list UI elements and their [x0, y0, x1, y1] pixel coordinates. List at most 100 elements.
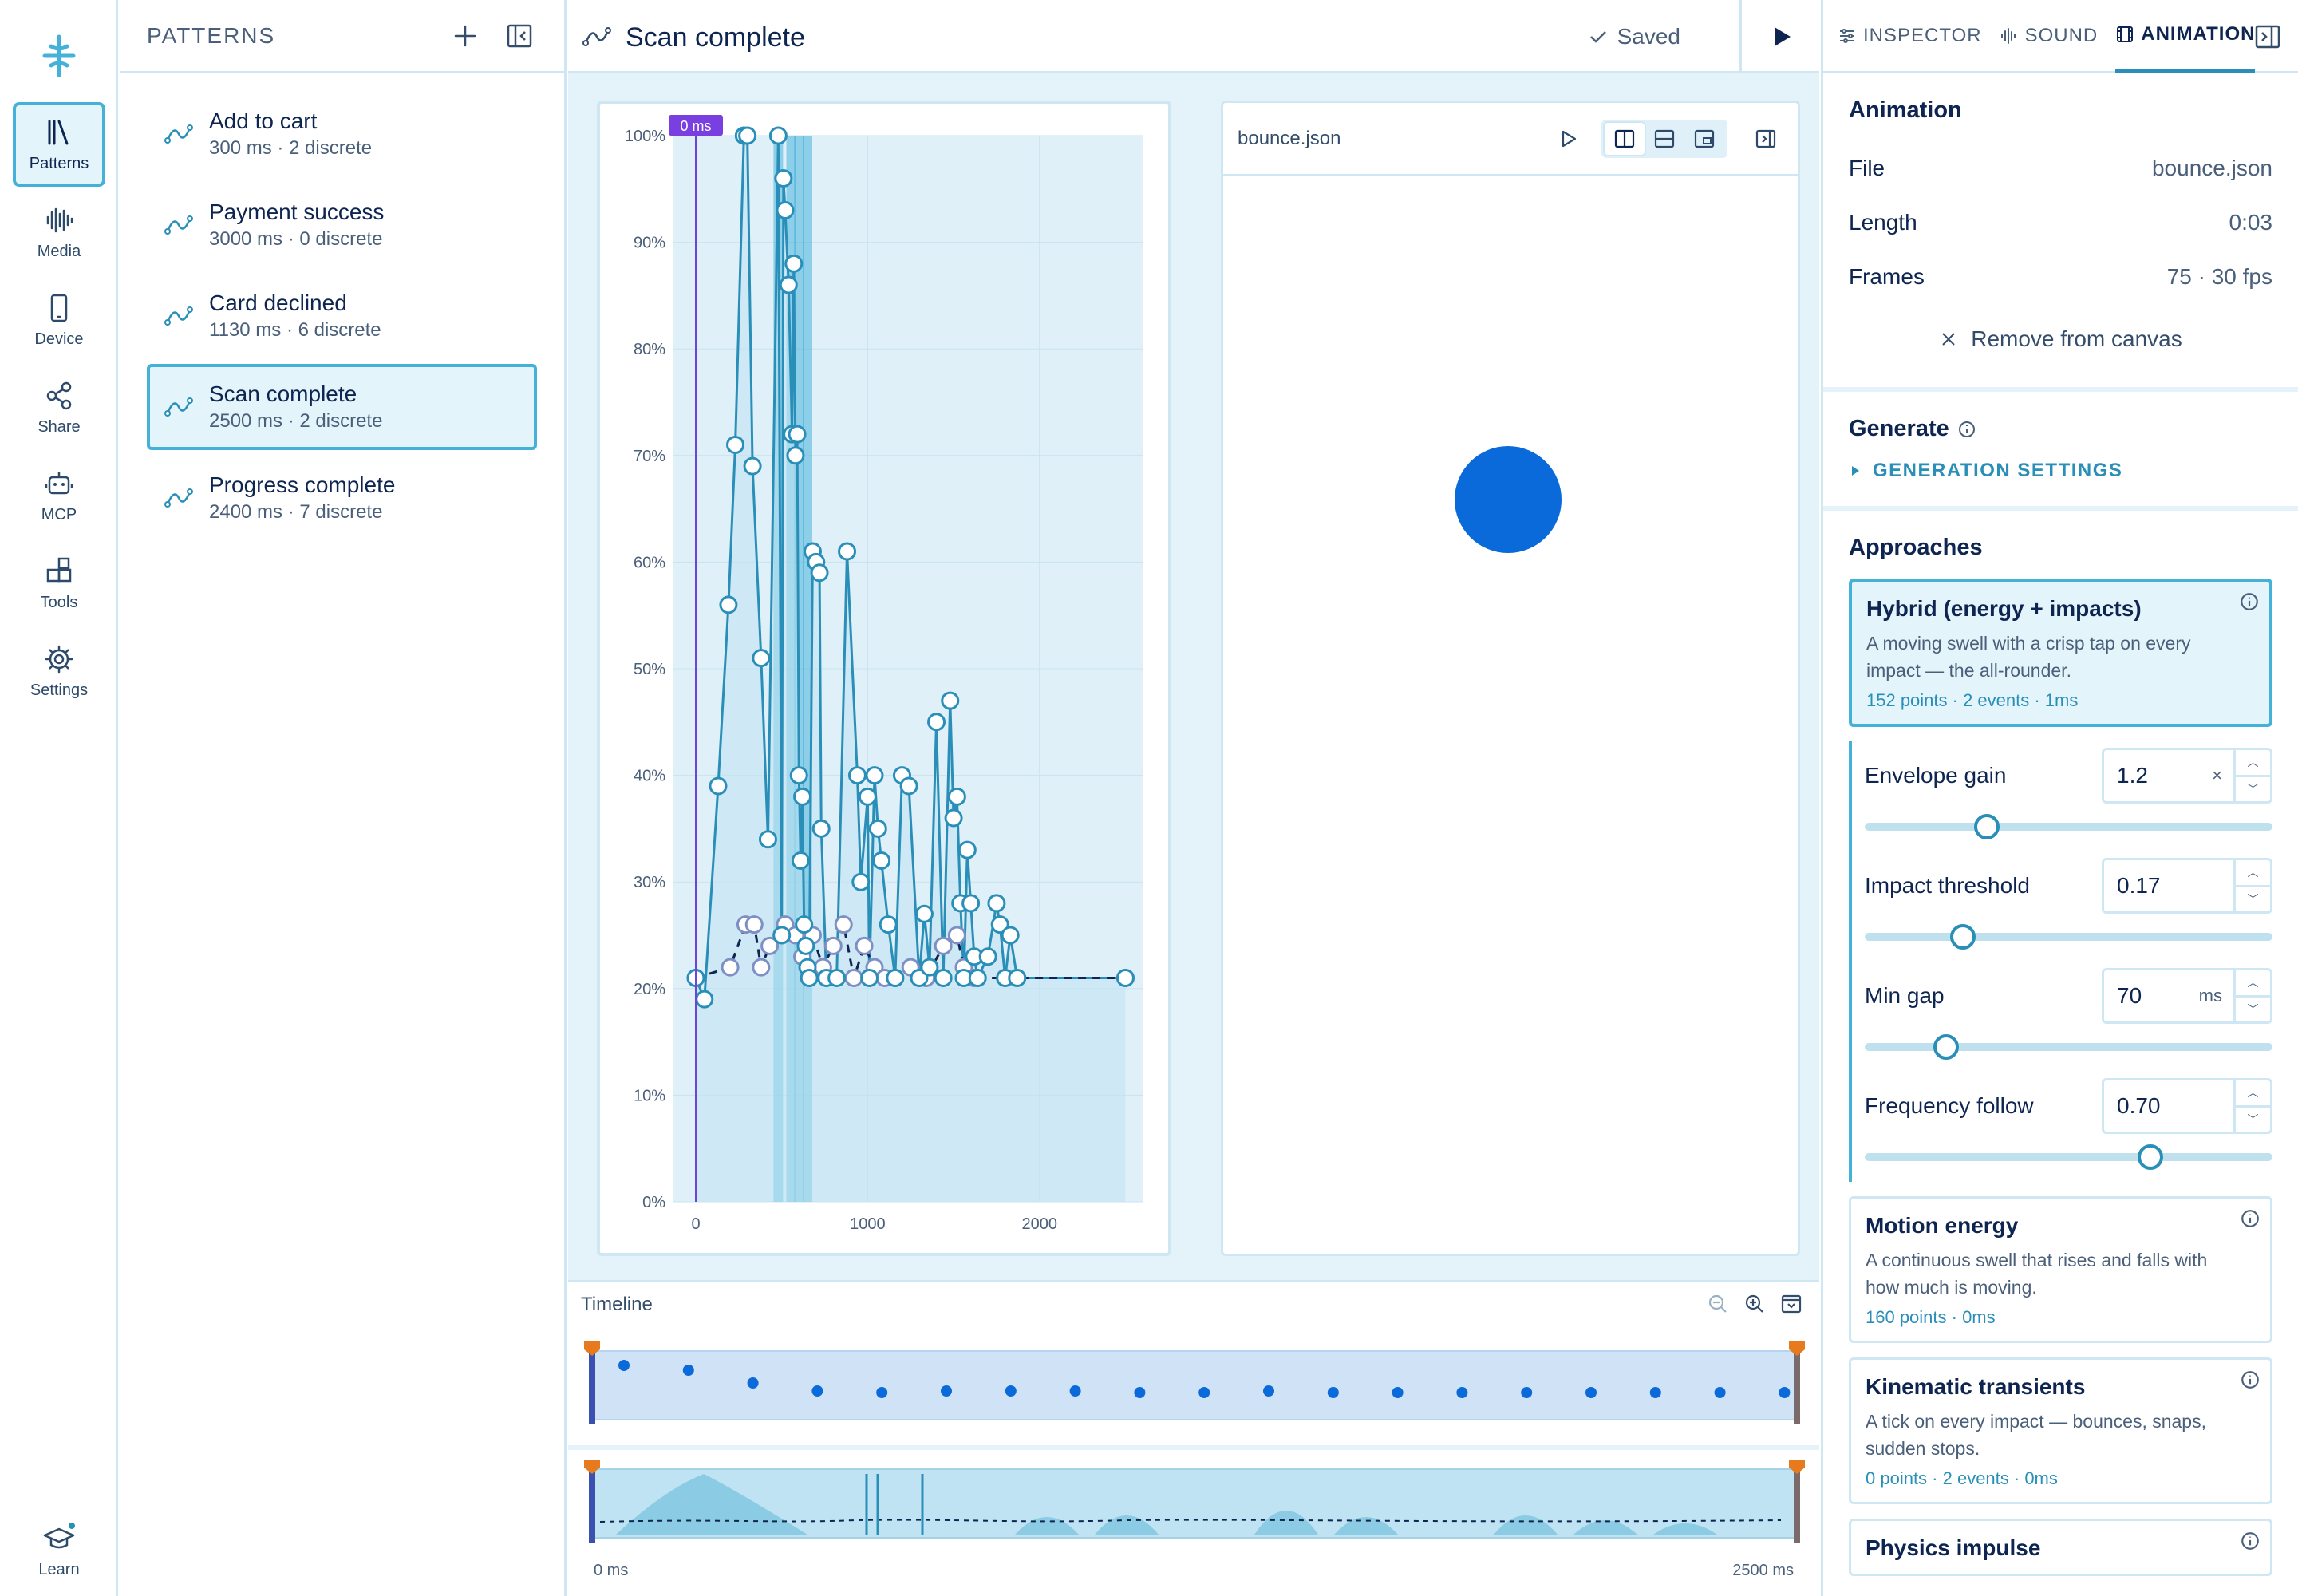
frequency-follow-input[interactable]: 0.70 ︿ ﹀: [2102, 1078, 2272, 1134]
intensity-point: [795, 915, 814, 934]
rail-tools[interactable]: Tools: [13, 541, 105, 626]
approach-parameters: Envelope gain 1.2 × ︿ ﹀ Impact threshold …: [1849, 741, 2272, 1182]
envelope-chart[interactable]: 0% 10% 20% 30% 40% 50% 60% 70% 80% 90% 100% 0 1000 20…: [600, 104, 1168, 1253]
y-tick-label: 10%: [634, 1087, 665, 1104]
decrement-button[interactable]: ﹀: [2236, 774, 2270, 802]
frequency-follow-slider[interactable]: [1865, 1142, 2272, 1171]
animation-keyframe-dot: [1069, 1385, 1081, 1396]
rail-share[interactable]: Share: [13, 365, 105, 450]
preview-play-button[interactable]: [1550, 121, 1585, 156]
sharpness-point: [947, 926, 966, 945]
pattern-title[interactable]: Scan complete: [626, 22, 805, 53]
intensity-point: [791, 851, 810, 870]
param-impact-threshold: Impact threshold 0.17 ︿ ﹀: [1865, 851, 2272, 962]
slider-thumb[interactable]: [1949, 924, 1976, 950]
layout-split-horizontal-button[interactable]: [1645, 123, 1684, 155]
intensity-point: [860, 968, 879, 987]
slider-thumb[interactable]: [1974, 814, 2000, 839]
y-tick-label: 30%: [634, 874, 665, 891]
param-value[interactable]: 0.17: [2104, 873, 2222, 899]
approach-title: Kinematic transients: [1866, 1374, 2086, 1399]
intensity-point: [786, 446, 805, 465]
rail-device[interactable]: Device: [13, 278, 105, 362]
tab-animation[interactable]: ANIMATION: [2115, 0, 2256, 73]
intensity-point: [1008, 968, 1027, 987]
add-pattern-button[interactable]: [448, 18, 483, 53]
info-icon[interactable]: [2240, 1369, 2260, 1390]
impact-threshold-input[interactable]: 0.17 ︿ ﹀: [2102, 858, 2272, 914]
rail-patterns-label: Patterns: [29, 154, 89, 172]
pattern-item[interactable]: Add to cart 300 ms · 2 discrete: [147, 91, 537, 177]
slider-thumb[interactable]: [2137, 1144, 2163, 1170]
decrement-button[interactable]: ﹀: [2236, 994, 2270, 1022]
pattern-meta: 300 ms · 2 discrete: [209, 137, 373, 159]
layout-split-vertical-button[interactable]: [1605, 122, 1645, 155]
rail-media[interactable]: Media: [13, 190, 105, 275]
pattern-item-selected[interactable]: Scan complete 2500 ms · 2 discrete: [147, 364, 537, 450]
y-tick-label: 100%: [625, 128, 665, 145]
pattern-item[interactable]: Progress complete 2400 ms · 7 discrete: [147, 455, 537, 541]
approach-hybrid[interactable]: Hybrid (energy + impacts) A moving swell…: [1849, 579, 2272, 727]
param-value[interactable]: 0.70: [2104, 1093, 2222, 1119]
envelope-gain-slider[interactable]: [1865, 812, 2272, 840]
remove-from-canvas-button[interactable]: Remove from canvas: [1849, 315, 2272, 363]
param-name: Envelope gain: [1865, 763, 2007, 788]
approach-motion-energy[interactable]: Motion energy A continuous swell that ri…: [1849, 1196, 2272, 1343]
info-icon[interactable]: [2240, 1208, 2260, 1229]
collapse-inspector-button[interactable]: [2250, 19, 2285, 54]
slider-thumb[interactable]: [1933, 1034, 1960, 1060]
curve-icon: [164, 124, 193, 144]
info-icon[interactable]: [2240, 1531, 2260, 1551]
length-key: Length: [1849, 210, 1917, 235]
collapse-patterns-button[interactable]: [502, 18, 537, 53]
increment-button[interactable]: ︿: [2236, 970, 2270, 995]
intensity-point: [868, 819, 887, 838]
pattern-item[interactable]: Payment success 3000 ms · 0 discrete: [147, 182, 537, 268]
tab-sound[interactable]: SOUND: [2000, 0, 2099, 73]
rail-learn[interactable]: Learn: [13, 1508, 105, 1593]
envelope-gain-input[interactable]: 1.2 × ︿ ﹀: [2102, 748, 2272, 804]
increment-button[interactable]: ︿: [2236, 750, 2270, 775]
share-icon: [46, 381, 72, 409]
play-pattern-button[interactable]: [1739, 0, 1819, 73]
param-unit: ×: [2212, 765, 2222, 785]
tab-inspector[interactable]: INSPECTOR: [1838, 0, 1982, 73]
approach-physics-impulse[interactable]: Physics impulse: [1849, 1519, 2272, 1576]
sharpness-point: [752, 958, 771, 977]
patterns-panel: PATTERNS Add to cart 300 ms · 2 discrete …: [120, 0, 567, 1596]
min-gap-slider[interactable]: [1865, 1032, 2272, 1061]
rail-patterns[interactable]: Patterns: [13, 102, 105, 187]
intensity-point: [872, 851, 891, 870]
increment-button[interactable]: ︿: [2236, 1080, 2270, 1105]
intensity-point: [743, 456, 762, 476]
info-icon[interactable]: [1957, 420, 1976, 439]
rail-mcp[interactable]: MCP: [13, 453, 105, 538]
tab-animation-label: ANIMATION: [2141, 22, 2256, 45]
frames-row: Frames 75 · 30 fps: [1849, 250, 2272, 304]
increment-button[interactable]: ︿: [2236, 860, 2270, 885]
pattern-name: Payment success: [209, 200, 385, 224]
decrement-button[interactable]: ﹀: [2236, 1104, 2270, 1132]
info-icon[interactable]: [2239, 591, 2260, 612]
approach-kinematic-transients[interactable]: Kinematic transients A tick on every imp…: [1849, 1357, 2272, 1504]
decrement-button[interactable]: ﹀: [2236, 884, 2270, 912]
generation-settings-toggle[interactable]: GENERATION SETTINGS: [1849, 460, 2272, 482]
rail-settings[interactable]: Settings: [13, 629, 105, 713]
pattern-item[interactable]: Card declined 1130 ms · 6 discrete: [147, 273, 537, 359]
timeline-tracks[interactable]: [568, 1282, 1819, 1596]
preview-collapse-button[interactable]: [1748, 121, 1783, 156]
impact-threshold-slider[interactable]: [1865, 922, 2272, 950]
param-value[interactable]: 70: [2104, 983, 2199, 1009]
y-tick-label: 70%: [634, 448, 665, 465]
layout-pip-button[interactable]: [1684, 123, 1724, 155]
intensity-point: [779, 275, 798, 294]
length-value: 0:03: [2229, 210, 2273, 235]
rail-device-label: Device: [34, 330, 84, 348]
min-gap-input[interactable]: 70 ms ︿ ﹀: [2102, 968, 2272, 1024]
param-value[interactable]: 1.2: [2104, 763, 2212, 788]
intensity-point: [947, 787, 966, 806]
generate-section: Generate GENERATION SETTINGS: [1823, 392, 2298, 511]
tab-sound-label: SOUND: [2024, 24, 2099, 46]
x-tick-label: 1000: [850, 1215, 886, 1233]
split-horizontal-icon: [1654, 129, 1675, 148]
